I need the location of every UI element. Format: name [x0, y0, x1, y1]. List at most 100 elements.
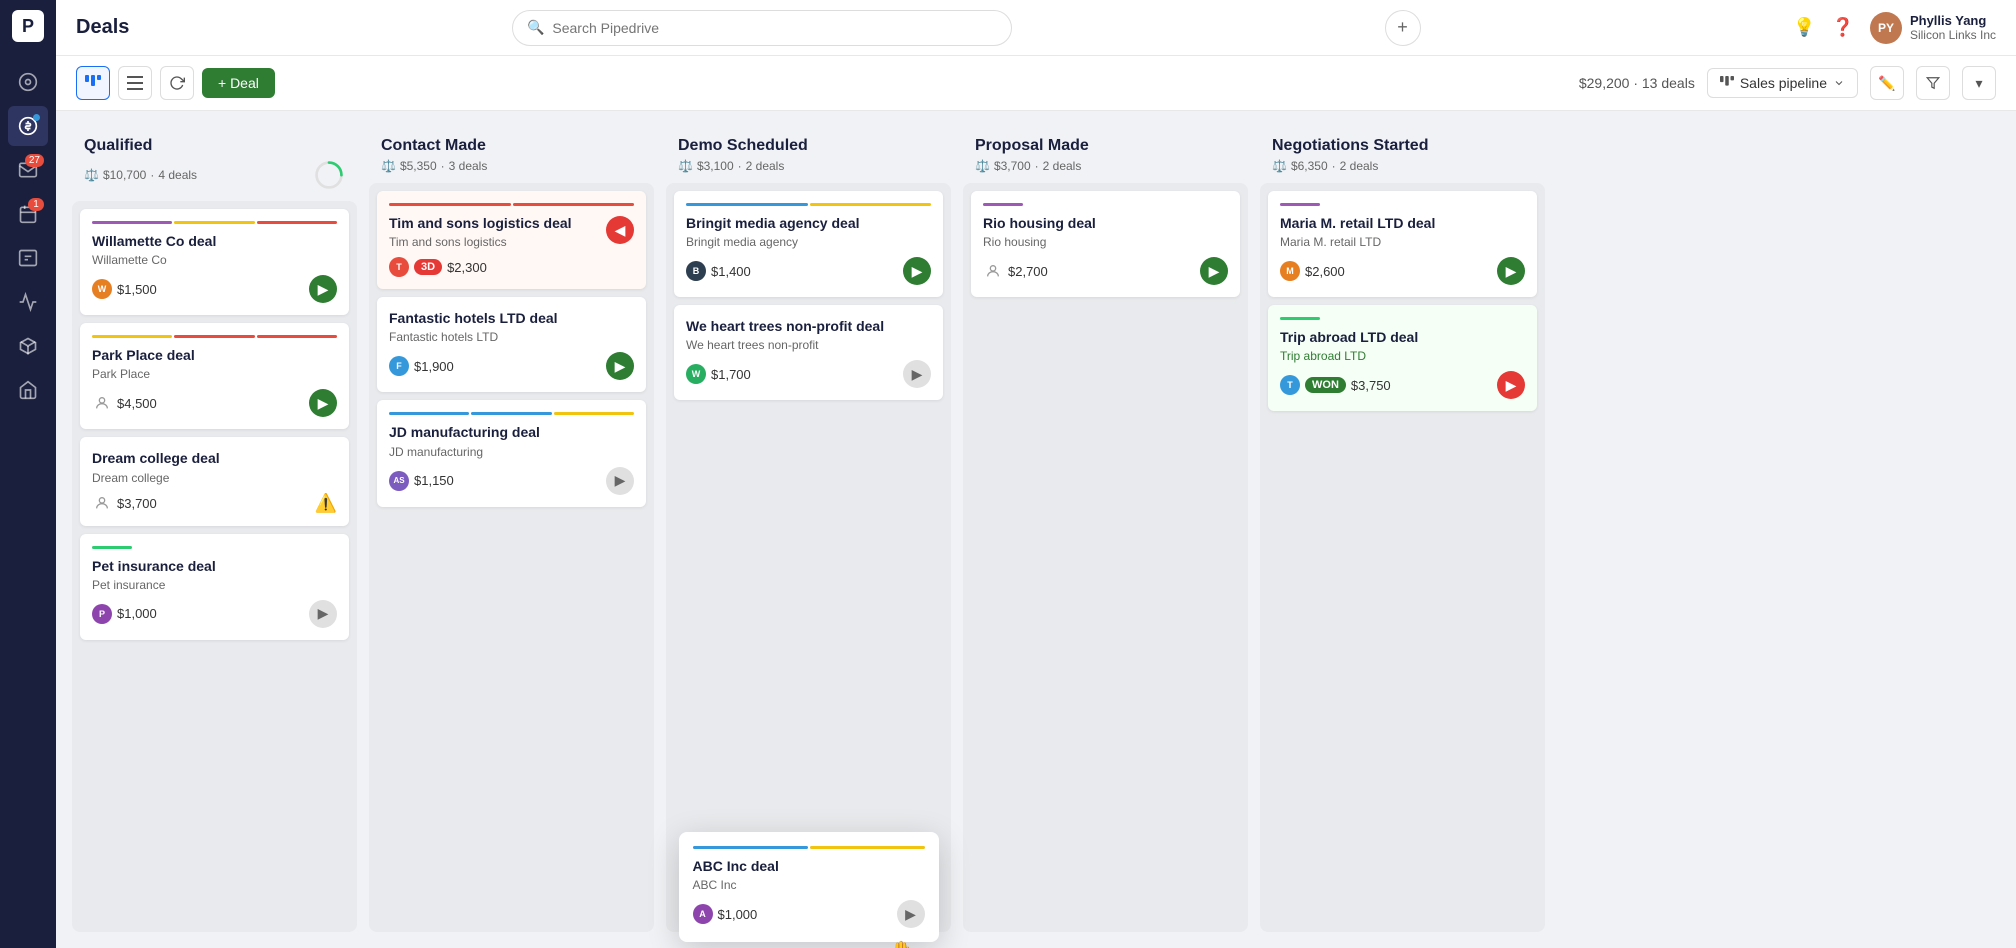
help-icon[interactable]: ❓ — [1832, 17, 1854, 38]
card-riohousing: Rio housing deal Rio housing $2,700 ▶ — [971, 191, 1240, 297]
card-color-bar — [686, 203, 931, 206]
card-amount-weheartrees: $1,700 — [711, 367, 751, 382]
sidebar-item-products[interactable] — [8, 326, 48, 366]
action-btn-weheartrees[interactable]: ▶ — [903, 360, 931, 388]
column-header-qualified: Qualified ⚖️ $10,700 · 4 deals — [72, 127, 357, 201]
view-list-button[interactable] — [118, 66, 152, 100]
action-btn-riohousing[interactable]: ▶ — [1200, 257, 1228, 285]
ideas-icon[interactable]: 💡 — [1793, 17, 1815, 38]
add-button[interactable]: + — [1385, 10, 1421, 46]
action-btn-fantastichotels[interactable]: ▶ — [606, 352, 634, 380]
action-btn-bringitmedia[interactable]: ▶ — [903, 257, 931, 285]
bar-red — [174, 335, 254, 338]
search-bar[interactable]: 🔍 — [512, 10, 1012, 46]
card-color-bar — [92, 546, 337, 549]
card-amount-parkplace: $4,500 — [117, 396, 157, 411]
pipeline-selector[interactable]: Sales pipeline — [1707, 68, 1858, 98]
column-amount-negotiations: $6,350 — [1291, 159, 1328, 173]
card-org-tripabroad: Trip abroad LTD — [1280, 349, 1525, 363]
card-amount-tripabroad: $3,750 — [1351, 378, 1391, 393]
card-person-petinsurance: P $1,000 — [92, 604, 157, 624]
balance-icon: ⚖️ — [975, 159, 990, 173]
person-icon-dreamcollege — [92, 493, 112, 513]
card-color-bar — [389, 203, 634, 206]
floating-card-abcinc[interactable]: ABC Inc deal ABC Inc A $1,000 ▶ 🤚 — [679, 832, 939, 942]
balance-icon: ⚖️ — [1272, 159, 1287, 173]
card-title-parkplace: Park Place deal — [92, 346, 337, 364]
card-jdmanufacturing: JD manufacturing deal JD manufacturing A… — [377, 400, 646, 506]
add-deal-button[interactable]: + Deal — [202, 68, 275, 98]
column-title-proposal-made: Proposal Made — [975, 137, 1236, 155]
action-btn-parkplace[interactable]: ▶ — [309, 389, 337, 417]
mail-badge: 27 — [25, 154, 44, 167]
column-qualified: Qualified ⚖️ $10,700 · 4 deals — [72, 127, 357, 932]
user-initials: PY — [1870, 12, 1902, 44]
column-header-demo-scheduled: Demo Scheduled ⚖️ $3,100 · 2 deals — [666, 127, 951, 183]
card-person-timandsons: T 3D $2,300 — [389, 257, 487, 277]
bar-yellow — [554, 412, 634, 415]
avatar-mariam: M — [1280, 261, 1300, 281]
column-header-contact-made: Contact Made ⚖️ $5,350 · 3 deals — [369, 127, 654, 183]
card-dreamcollege: Dream college deal Dream college $3,700 … — [80, 437, 349, 525]
action-btn-tripabroad[interactable]: ▶ — [1497, 371, 1525, 399]
bar-blue — [693, 846, 808, 849]
avatar-abcinc: A — [693, 904, 713, 924]
card-tripabroad: Trip abroad LTD deal Trip abroad LTD T W… — [1268, 305, 1537, 411]
card-amount-jdmanufacturing: $1,150 — [414, 473, 454, 488]
card-color-bar — [389, 412, 634, 415]
user-info[interactable]: PY Phyllis Yang Silicon Links Inc — [1870, 12, 1996, 44]
sidebar-logo[interactable]: P — [12, 10, 44, 42]
search-input[interactable] — [552, 20, 997, 36]
bar-purple — [1280, 203, 1320, 206]
action-btn-petinsurance[interactable]: ▶ — [309, 600, 337, 628]
column-count-demo-scheduled: 2 deals — [746, 159, 785, 173]
column-header-proposal-made: Proposal Made ⚖️ $3,700 · 2 deals — [963, 127, 1248, 183]
action-btn-willamette[interactable]: ▶ — [309, 275, 337, 303]
card-amount-bringitmedia: $1,400 — [711, 264, 751, 279]
bar-blue — [389, 412, 469, 415]
column-amount-proposal-made: $3,700 — [994, 159, 1031, 173]
calendar-badge: 1 — [28, 198, 44, 211]
sidebar-item-mail[interactable]: 27 — [8, 150, 48, 190]
card-person-parkplace: $4,500 — [92, 393, 157, 413]
card-org-abcinc: ABC Inc — [693, 878, 925, 892]
card-footer-timandsons: T 3D $2,300 — [389, 257, 634, 277]
card-person-weheartrees: W $1,700 — [686, 364, 751, 384]
toolbar: + Deal $29,200 · 13 deals Sales pipeline… — [56, 56, 2016, 111]
card-person-riohousing: $2,700 — [983, 261, 1048, 281]
filter-button[interactable] — [1916, 66, 1950, 100]
column-cards-proposal-made: Rio housing deal Rio housing $2,700 ▶ — [963, 183, 1248, 932]
card-title-tripabroad: Trip abroad LTD deal — [1280, 328, 1525, 346]
column-demo-scheduled: Demo Scheduled ⚖️ $3,100 · 2 deals Bring… — [666, 127, 951, 932]
column-title-negotiations: Negotiations Started — [1272, 137, 1533, 155]
card-footer-mariam: M $2,600 ▶ — [1280, 257, 1525, 285]
card-footer-weheartrees: W $1,700 ▶ — [686, 360, 931, 388]
column-title-demo-scheduled: Demo Scheduled — [678, 137, 939, 155]
card-amount-abcinc: $1,000 — [718, 907, 758, 922]
column-meta-contact-made: ⚖️ $5,350 · 3 deals — [381, 159, 642, 173]
view-refresh-button[interactable] — [160, 66, 194, 100]
sidebar-item-deals[interactable] — [8, 106, 48, 146]
action-btn-abcinc[interactable]: ▶ — [897, 900, 925, 928]
card-footer-tripabroad: T WON $3,750 ▶ — [1280, 371, 1525, 399]
sidebar-item-contacts[interactable] — [8, 238, 48, 278]
column-title-contact-made: Contact Made — [381, 137, 642, 155]
card-footer-parkplace: $4,500 ▶ — [92, 389, 337, 417]
column-cards-contact-made: Tim and sons logistics deal Tim and sons… — [369, 183, 654, 932]
card-mariam: Maria M. retail LTD deal Maria M. retail… — [1268, 191, 1537, 297]
view-kanban-button[interactable] — [76, 66, 110, 100]
header-right: 💡 ❓ PY Phyllis Yang Silicon Links Inc — [1793, 12, 1996, 44]
sidebar-item-analytics[interactable] — [8, 282, 48, 322]
more-options-button[interactable]: ▾ — [1962, 66, 1996, 100]
action-btn-jdmanufacturing[interactable]: ▶ — [606, 467, 634, 495]
card-org-mariam: Maria M. retail LTD — [1280, 235, 1525, 249]
card-title-petinsurance: Pet insurance deal — [92, 557, 337, 575]
action-btn-mariam[interactable]: ▶ — [1497, 257, 1525, 285]
sidebar-item-activity[interactable] — [8, 62, 48, 102]
action-btn-left-timandsons[interactable]: ◀ — [606, 216, 634, 244]
sidebar-item-marketplace[interactable] — [8, 370, 48, 410]
edit-pipeline-button[interactable]: ✏️ — [1870, 66, 1904, 100]
bar-red — [257, 221, 337, 224]
column-amount-demo-scheduled: $3,100 — [697, 159, 734, 173]
sidebar-item-calendar[interactable]: 1 — [8, 194, 48, 234]
